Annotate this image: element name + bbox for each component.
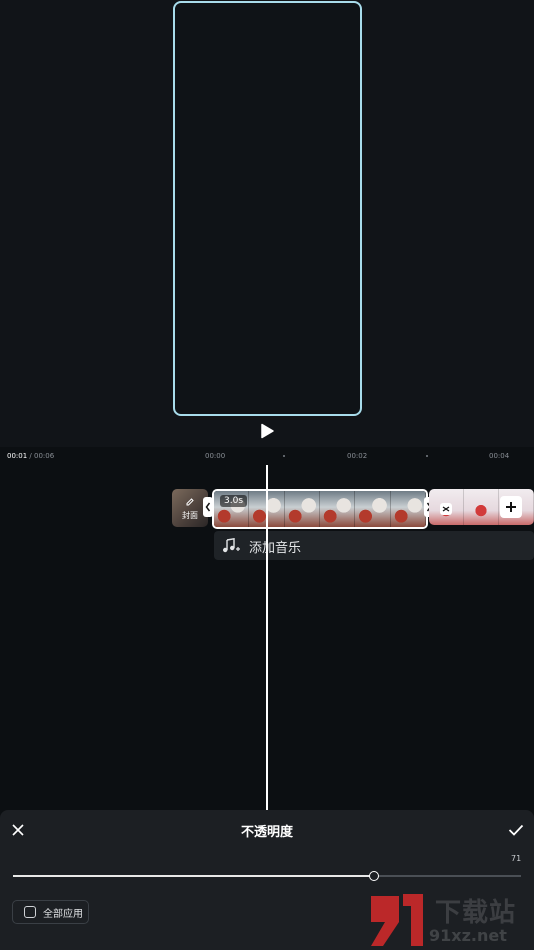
ruler-tick: 00:04 [489,452,510,460]
transition-button[interactable] [440,501,452,515]
ruler-tick: 00:02 [347,452,368,460]
add-clip-button[interactable] [500,496,522,518]
clip-frame [319,491,356,527]
watermark-text-url: 91xz.net [429,926,507,945]
confirm-button[interactable] [508,822,524,836]
ruler-tick: 00:00 [205,452,226,460]
timeline-playhead[interactable] [266,465,268,810]
add-music-label: 添加音乐 [249,541,302,556]
apply-all-label: 全部应用 [43,909,83,920]
opacity-slider-thumb[interactable] [369,871,379,881]
clip-frame [390,491,426,527]
transition-icon [440,503,452,515]
chevron-left-icon [205,502,211,512]
opacity-value: 71 [511,854,522,863]
play-icon [261,423,274,439]
current-time: 00:01 [7,452,28,460]
watermark: 下载站 91xz.net [363,886,534,950]
panel-title: 不透明度 [240,825,293,840]
video-canvas-frame[interactable] [173,1,362,416]
play-button[interactable] [258,422,276,440]
total-time: / 00:06 [27,452,55,460]
apply-all-checkbox[interactable]: 全部应用 [12,900,89,924]
watermark-logo-icon [371,894,423,946]
video-preview-area [0,0,534,447]
ruler-dot [283,455,285,457]
time-display: 00:01 / 00:06 [7,452,54,460]
add-music-button[interactable]: 添加音乐 [214,531,534,560]
ruler-dot [426,455,428,457]
timeline-ruler: 00:01 / 00:06 00:00 00:02 00:04 [0,447,534,465]
music-note-add-icon [223,538,240,553]
clip-frame [284,491,320,527]
edit-icon [186,498,194,506]
watermark-text-cn: 下载站 [435,898,517,928]
clip-duration: 3.0s [220,495,248,507]
selected-video-clip[interactable]: 3.0s [212,489,428,529]
clip-frame [355,491,391,527]
plus-icon [506,502,516,512]
check-icon [508,824,524,836]
opacity-slider-fill [13,875,374,877]
clip-frame [464,489,499,525]
opacity-slider[interactable] [13,871,521,881]
checkbox-icon [24,906,36,918]
